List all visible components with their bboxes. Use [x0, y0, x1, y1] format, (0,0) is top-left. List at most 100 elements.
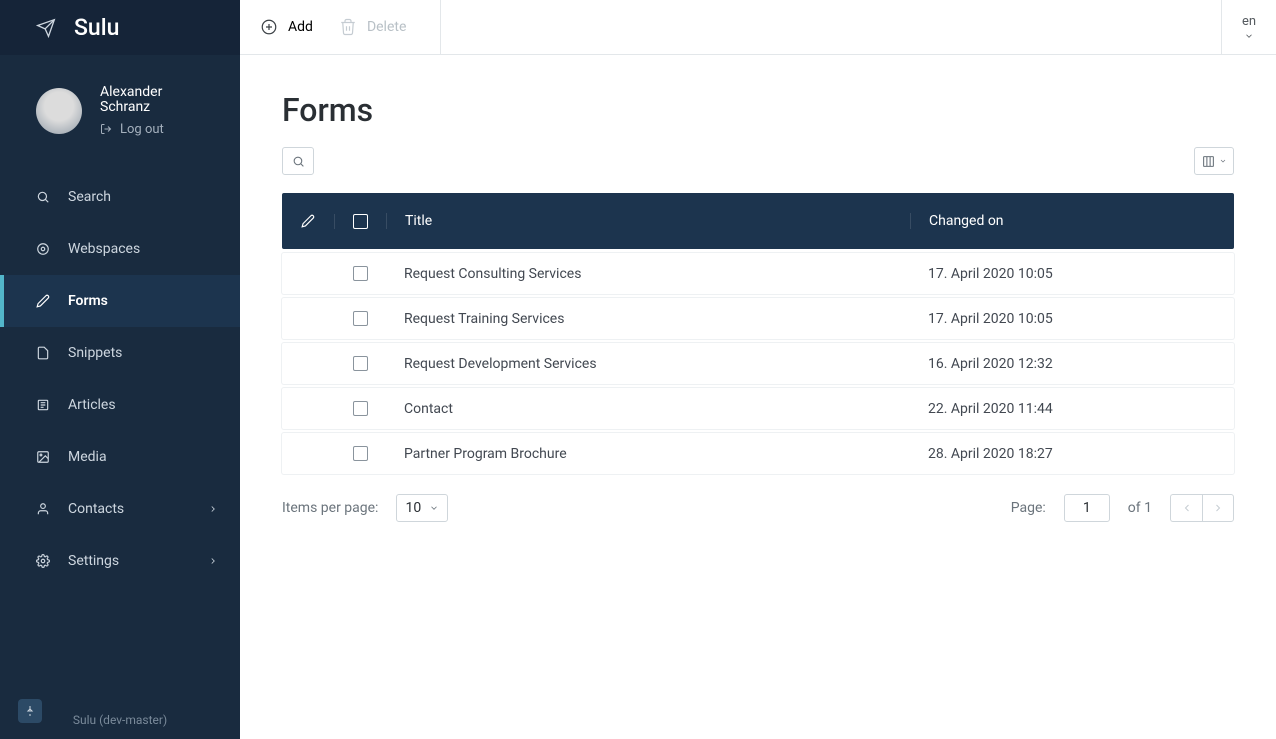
logout-icon — [100, 123, 112, 135]
content: Forms Title Changed on — [240, 55, 1276, 739]
pencil-icon — [36, 294, 50, 308]
table-row[interactable]: Contact 22. April 2020 11:44 — [282, 388, 1234, 429]
table-row[interactable]: Request Development Services 16. April 2… — [282, 343, 1234, 384]
sidebar-item-webspaces[interactable]: Webspaces — [0, 223, 240, 275]
avatar[interactable] — [36, 88, 82, 134]
table-header: Title Changed on — [282, 193, 1234, 249]
paper-plane-icon — [36, 18, 56, 38]
search-toggle-button[interactable] — [282, 147, 314, 175]
row-changed: 28. April 2020 18:27 — [910, 446, 1234, 462]
sidebar-item-articles[interactable]: Articles — [0, 379, 240, 431]
page-arrows — [1170, 494, 1234, 522]
chevron-right-icon — [208, 556, 218, 566]
language-label: en — [1242, 14, 1256, 29]
trash-icon — [339, 18, 357, 36]
row-checkbox[interactable] — [353, 446, 368, 461]
nav-label: Forms — [68, 293, 108, 309]
pagination: Items per page: 10 Page: of 1 — [282, 494, 1234, 522]
target-icon — [36, 242, 50, 256]
nav: Search Webspaces Forms Snippets Articles… — [0, 171, 240, 587]
sidebar-item-forms[interactable]: Forms — [0, 275, 240, 327]
file-icon — [36, 346, 50, 360]
chevron-right-icon — [208, 504, 218, 514]
sidebar-item-snippets[interactable]: Snippets — [0, 327, 240, 379]
search-icon — [292, 155, 305, 168]
search-icon — [36, 190, 50, 204]
table-row[interactable]: Request Training Services 17. April 2020… — [282, 298, 1234, 339]
column-checkbox[interactable] — [334, 214, 386, 229]
nav-label: Articles — [68, 397, 116, 413]
nav-label: Search — [68, 189, 111, 205]
prev-page-button[interactable] — [1170, 494, 1202, 522]
plus-circle-icon — [260, 18, 278, 36]
footer-version: Sulu (dev-master) — [73, 713, 167, 727]
nav-label: Snippets — [68, 345, 122, 361]
select-all-checkbox[interactable] — [353, 214, 368, 229]
chevron-down-icon — [1244, 31, 1254, 41]
add-label: Add — [288, 19, 313, 35]
delete-label: Delete — [367, 19, 406, 35]
per-page-value: 10 — [405, 500, 421, 516]
logout-link[interactable]: Log out — [100, 122, 164, 137]
gear-icon — [36, 554, 50, 568]
row-title: Request Training Services — [386, 311, 910, 327]
nav-label: Webspaces — [68, 241, 140, 257]
row-checkbox-cell[interactable] — [334, 311, 386, 326]
nav-label: Settings — [68, 553, 119, 569]
row-changed: 17. April 2020 10:05 — [910, 311, 1234, 327]
sidebar-item-contacts[interactable]: Contacts — [0, 483, 240, 535]
columns-icon — [1202, 155, 1215, 168]
toolbar: Add Delete en — [240, 0, 1276, 55]
brand-label: Sulu — [74, 14, 119, 41]
sidebar-header: Sulu — [0, 0, 240, 55]
language-switcher[interactable]: en — [1221, 0, 1276, 54]
row-checkbox-cell[interactable] — [334, 356, 386, 371]
row-checkbox-cell[interactable] — [334, 401, 386, 416]
newspaper-icon — [36, 398, 50, 412]
table-row[interactable]: Partner Program Brochure 28. April 2020 … — [282, 433, 1234, 474]
page-input[interactable] — [1064, 494, 1110, 522]
sidebar-item-search[interactable]: Search — [0, 171, 240, 223]
sidebar: Sulu Alexander Schranz Log out Search We… — [0, 0, 240, 739]
row-checkbox-cell[interactable] — [334, 266, 386, 281]
row-title: Contact — [386, 401, 910, 417]
nav-label: Contacts — [68, 501, 124, 517]
row-changed: 17. April 2020 10:05 — [910, 266, 1234, 282]
sidebar-item-settings[interactable]: Settings — [0, 535, 240, 587]
row-title: Request Consulting Services — [386, 266, 910, 282]
row-title: Request Development Services — [386, 356, 910, 372]
page-label: Page: — [1011, 500, 1046, 516]
image-icon — [36, 450, 50, 464]
row-checkbox-cell[interactable] — [334, 446, 386, 461]
pencil-icon — [301, 214, 315, 228]
user-block: Alexander Schranz Log out — [0, 55, 240, 163]
add-button[interactable]: Add — [260, 18, 313, 36]
column-title[interactable]: Title — [386, 213, 910, 229]
next-page-button[interactable] — [1202, 494, 1234, 522]
row-changed: 16. April 2020 12:32 — [910, 356, 1234, 372]
items-per-page-label: Items per page: — [282, 500, 378, 516]
delete-button: Delete — [339, 18, 406, 36]
user-name: Alexander Schranz — [100, 85, 164, 116]
row-checkbox[interactable] — [353, 266, 368, 281]
page-of-label: of 1 — [1128, 500, 1152, 516]
items-per-page-select[interactable]: 10 — [396, 494, 448, 522]
pin-sidebar-button[interactable] — [18, 699, 42, 723]
nav-label: Media — [68, 449, 107, 465]
main: Add Delete en Forms — [240, 0, 1276, 739]
filter-row — [282, 147, 1234, 175]
toolbar-group: Add Delete — [240, 0, 441, 54]
pin-icon — [24, 705, 36, 717]
chevron-down-icon — [1219, 157, 1227, 165]
row-checkbox[interactable] — [353, 401, 368, 416]
chevron-right-icon — [1212, 502, 1224, 514]
column-options-button[interactable] — [1194, 147, 1234, 175]
sidebar-item-media[interactable]: Media — [0, 431, 240, 483]
table-row[interactable]: Request Consulting Services 17. April 20… — [282, 253, 1234, 294]
column-changed[interactable]: Changed on — [910, 213, 1234, 229]
forms-table: Title Changed on Request Consulting Serv… — [282, 193, 1234, 474]
row-changed: 22. April 2020 11:44 — [910, 401, 1234, 417]
row-checkbox[interactable] — [353, 356, 368, 371]
logout-label: Log out — [120, 122, 164, 137]
row-checkbox[interactable] — [353, 311, 368, 326]
